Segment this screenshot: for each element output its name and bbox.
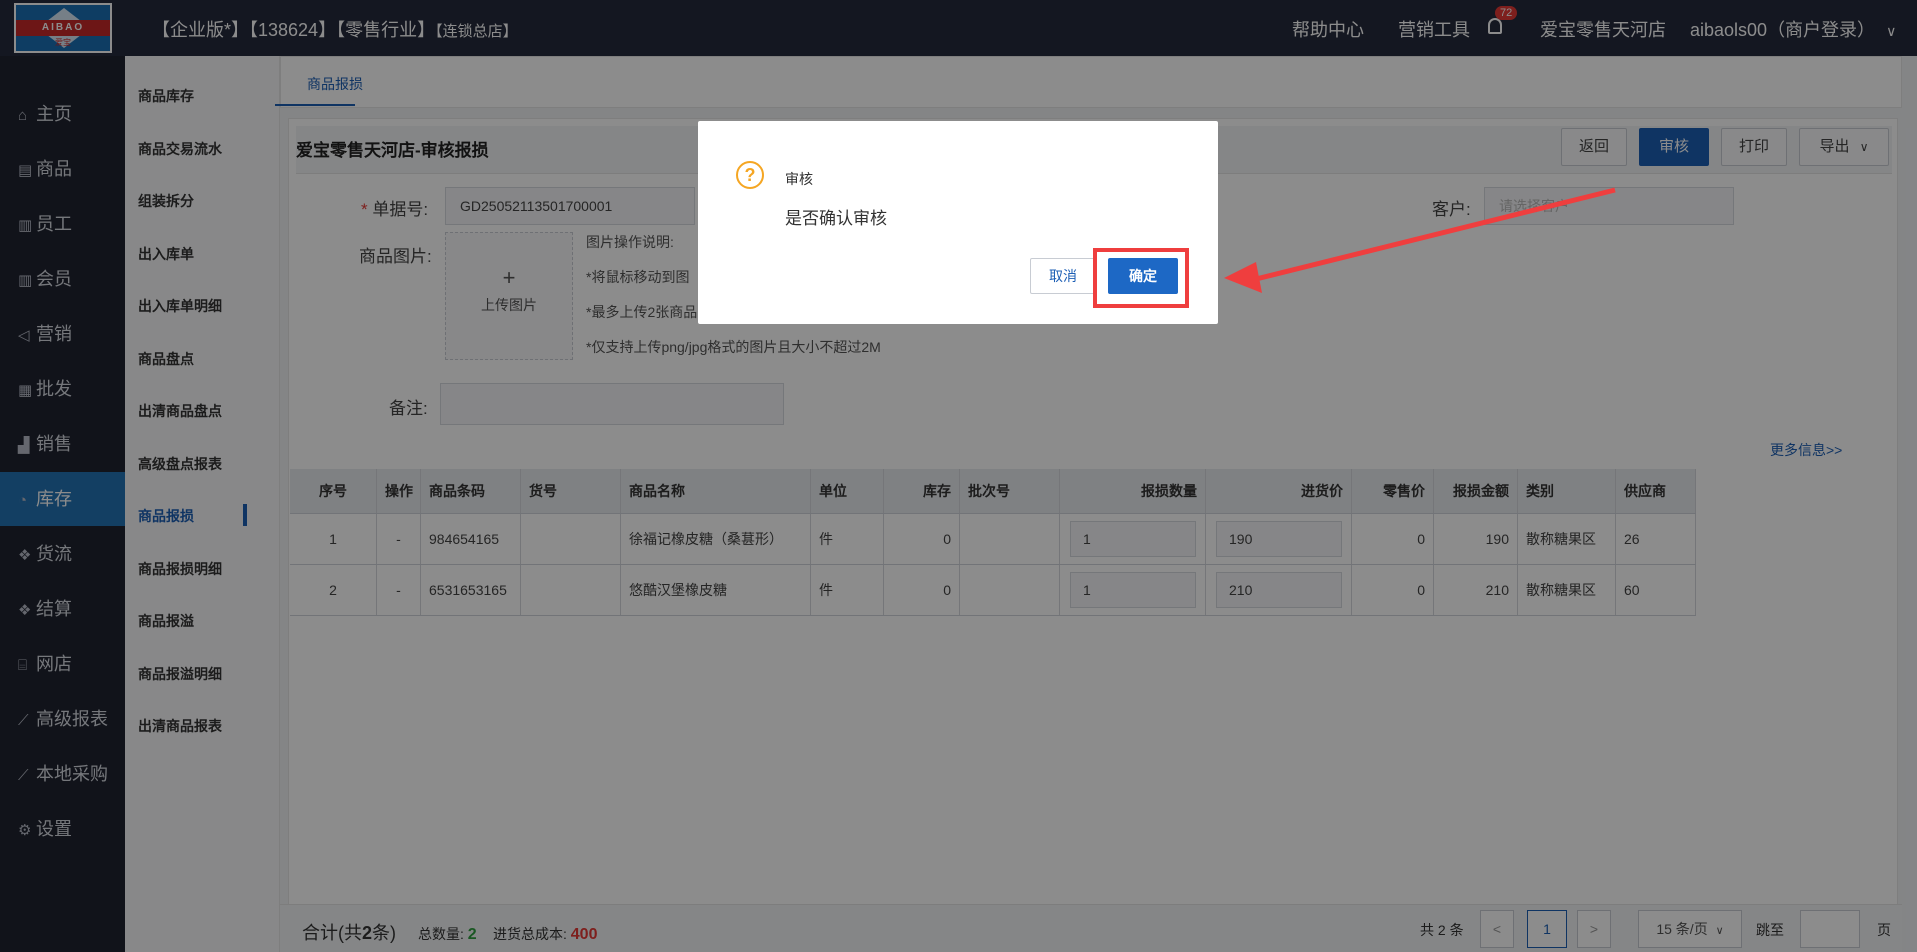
cancel-button[interactable]: 取消 [1030, 258, 1096, 294]
dialog-message: 是否确认审核 [785, 209, 887, 228]
question-icon: ? [736, 161, 764, 189]
dialog-title: 审核 [785, 171, 813, 187]
confirm-button[interactable]: 确定 [1108, 258, 1178, 294]
